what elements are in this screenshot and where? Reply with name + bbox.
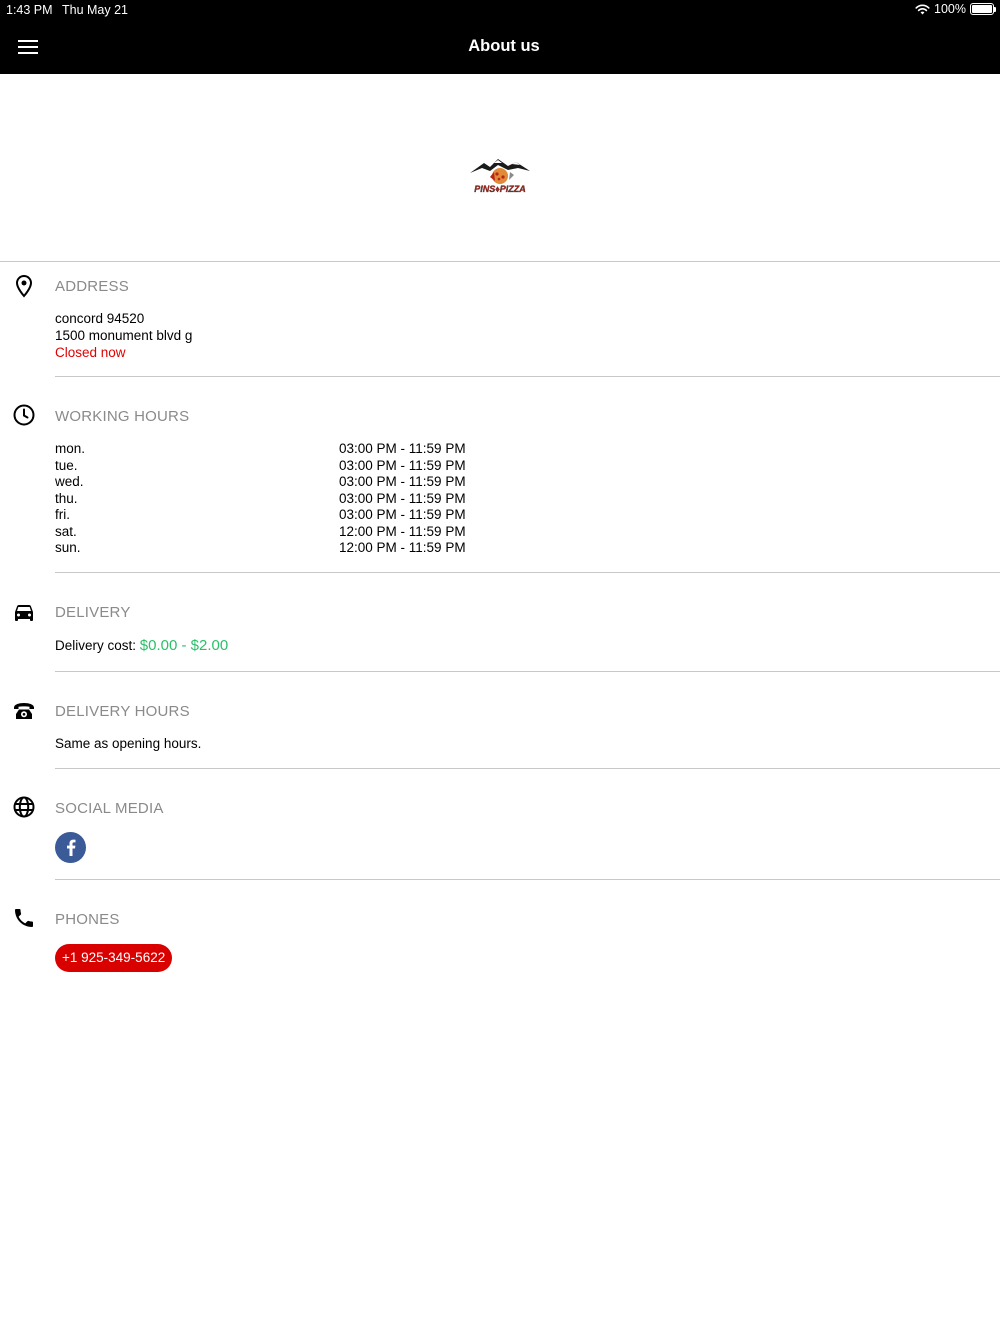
delivery-hours-title: DELIVERY HOURS <box>55 703 190 720</box>
telephone-icon <box>14 703 34 719</box>
hours-day: mon. <box>55 441 86 456</box>
pins-pizza-logo: PINS♦PIZZA <box>470 159 530 194</box>
logo-area: PINS♦PIZZA <box>0 74 1000 262</box>
wifi-icon <box>915 4 930 14</box>
address-section: ADDRESS concord 94520 1500 monument blvd… <box>0 262 1000 377</box>
hours-time: 03:00 PM - 11:59 PM <box>339 458 466 473</box>
working-hours-title: WORKING HOURS <box>55 408 190 425</box>
hours-time: 03:00 PM - 11:59 PM <box>339 474 466 489</box>
address-line-2: 1500 monument blvd g <box>55 328 193 343</box>
top-bar: 1:43 PM Thu May 21 100% About us <box>0 0 1000 74</box>
hours-day: fri. <box>55 507 70 522</box>
delivery-title: DELIVERY <box>55 604 131 621</box>
hours-time: 03:00 PM - 11:59 PM <box>339 507 466 522</box>
address-line-1: concord 94520 <box>55 311 145 326</box>
address-title: ADDRESS <box>55 278 129 295</box>
phones-title: PHONES <box>55 911 120 928</box>
hours-day: sun. <box>55 540 81 555</box>
battery-icon <box>970 3 996 15</box>
working-hours-section: WORKING HOURS mon. 03:00 PM - 11:59 PM t… <box>0 377 1000 573</box>
phone-number-button[interactable]: +1 925-349-5622 <box>55 944 173 972</box>
battery-percent: 100% <box>934 2 966 16</box>
delivery-hours-section: DELIVERY HOURS Same as opening hours. <box>0 672 1000 769</box>
open-status: Closed now <box>55 345 126 360</box>
clock-icon <box>13 404 35 426</box>
hours-day: wed. <box>55 474 84 489</box>
svg-text:PINS♦PIZZA: PINS♦PIZZA <box>474 184 526 194</box>
social-media-title: SOCIAL MEDIA <box>55 800 164 817</box>
delivery-cost-value: $0.00 - $2.00 <box>139 637 229 654</box>
hours-time: 12:00 PM - 11:59 PM <box>339 540 466 555</box>
facebook-button[interactable] <box>55 832 86 863</box>
delivery-hours-text: Same as opening hours. <box>55 736 202 751</box>
hours-day: sat. <box>55 524 77 539</box>
delivery-section: DELIVERY Delivery cost: $0.00 - $2.00 <box>0 573 1000 672</box>
car-icon <box>15 605 33 621</box>
hours-day: tue. <box>55 458 78 473</box>
phone-handset-icon <box>15 909 33 927</box>
hours-day: thu. <box>55 491 78 506</box>
social-media-section: SOCIAL MEDIA <box>0 769 1000 880</box>
phones-section: PHONES +1 925-349-5622 <box>0 880 1000 990</box>
hours-time: 03:00 PM - 11:59 PM <box>339 491 466 506</box>
status-date: Thu May 21 <box>62 3 129 17</box>
page-title: About us <box>468 37 540 55</box>
status-indicators: 100% <box>915 2 996 16</box>
delivery-cost-label: Delivery cost: <box>55 638 137 653</box>
hours-time: 03:00 PM - 11:59 PM <box>339 441 466 456</box>
globe-icon <box>13 796 35 818</box>
status-time: 1:43 PM <box>6 3 53 17</box>
facebook-icon <box>66 839 75 856</box>
delivery-cost: Delivery cost: $0.00 - $2.00 <box>55 637 228 654</box>
location-pin-icon <box>15 274 33 298</box>
hours-time: 12:00 PM - 11:59 PM <box>339 524 466 539</box>
